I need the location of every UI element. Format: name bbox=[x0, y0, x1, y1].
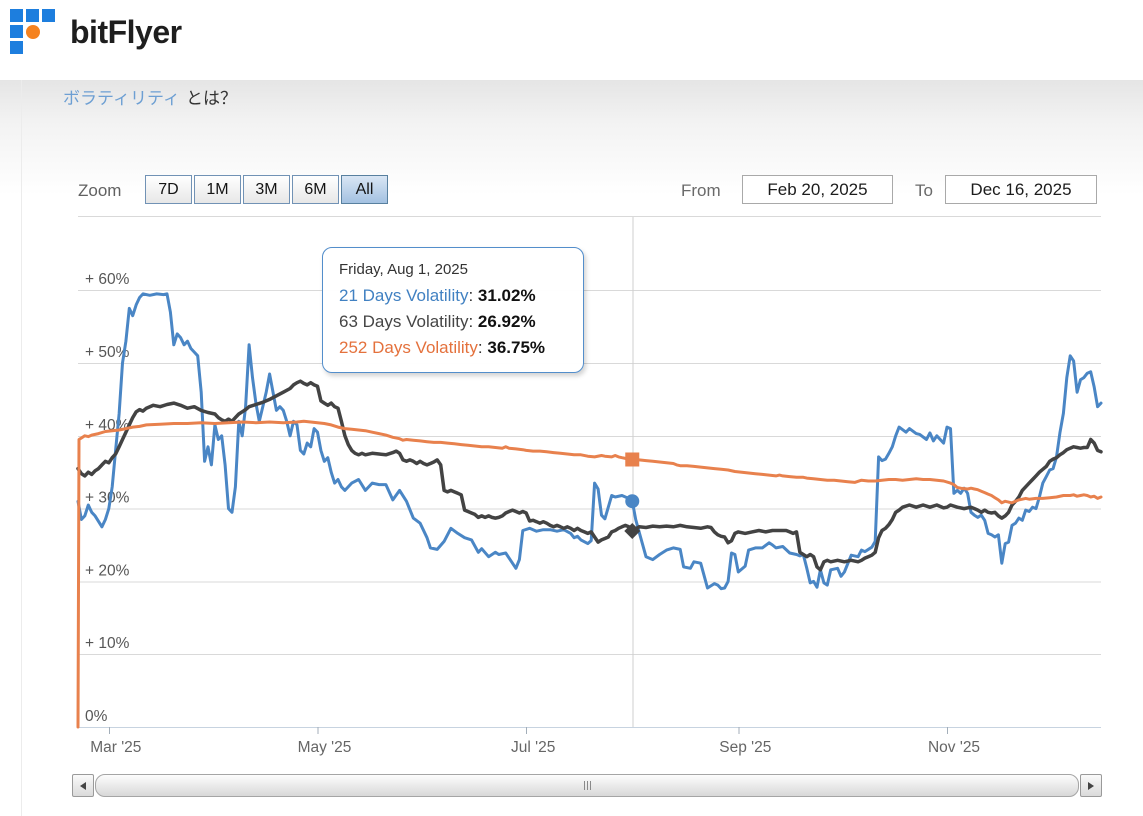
21-days-volatility-point-marker bbox=[625, 494, 639, 508]
tooltip-series-row: 252 Days Volatility: 36.75% bbox=[339, 335, 567, 361]
chart-tooltip: Friday, Aug 1, 2025 21 Days Volatility: … bbox=[322, 247, 584, 373]
scrollbar-track[interactable] bbox=[95, 774, 1079, 797]
tooltip-series-row: 63 Days Volatility: 26.92% bbox=[339, 309, 567, 335]
x-axis-label: Mar '25 bbox=[90, 739, 141, 756]
x-axis-label: May '25 bbox=[298, 739, 352, 756]
series-line-252-days-volatility bbox=[78, 421, 1101, 727]
tooltip-date: Friday, Aug 1, 2025 bbox=[339, 261, 567, 278]
scrollbar-right-button[interactable] bbox=[1080, 774, 1102, 797]
y-axis-label: + 10% bbox=[85, 635, 130, 652]
x-axis-label: Nov '25 bbox=[928, 739, 980, 756]
x-axis-label: Jul '25 bbox=[511, 739, 555, 756]
tooltip-series-row: 21 Days Volatility: 31.02% bbox=[339, 283, 567, 309]
volatility-chart[interactable]: 0%+ 10%+ 20%+ 30%+ 40%+ 50%+ 60%Mar '25M… bbox=[0, 0, 1143, 816]
scrollbar-thumb[interactable] bbox=[95, 774, 1079, 797]
y-axis-label: + 20% bbox=[85, 562, 130, 579]
y-axis-label: + 30% bbox=[85, 490, 130, 507]
arrow-right-icon bbox=[1088, 782, 1098, 790]
page: bitFlyer ボラティリティとは？ Zoom 7D1M3M6MAll Fro… bbox=[0, 0, 1143, 816]
x-axis-label: Sep '25 bbox=[719, 739, 771, 756]
arrow-left-icon bbox=[76, 782, 86, 790]
scrollbar-left-button[interactable] bbox=[72, 774, 94, 797]
series-line-21-days-volatility bbox=[78, 294, 1101, 589]
y-axis-label: + 60% bbox=[85, 271, 130, 288]
chart-scrollbar bbox=[72, 774, 1102, 797]
y-axis-label: 0% bbox=[85, 708, 108, 725]
grip-icon bbox=[584, 781, 591, 790]
tooltip-rows: 21 Days Volatility: 31.02%63 Days Volati… bbox=[339, 283, 567, 361]
252-days-volatility-point-marker bbox=[625, 452, 639, 466]
